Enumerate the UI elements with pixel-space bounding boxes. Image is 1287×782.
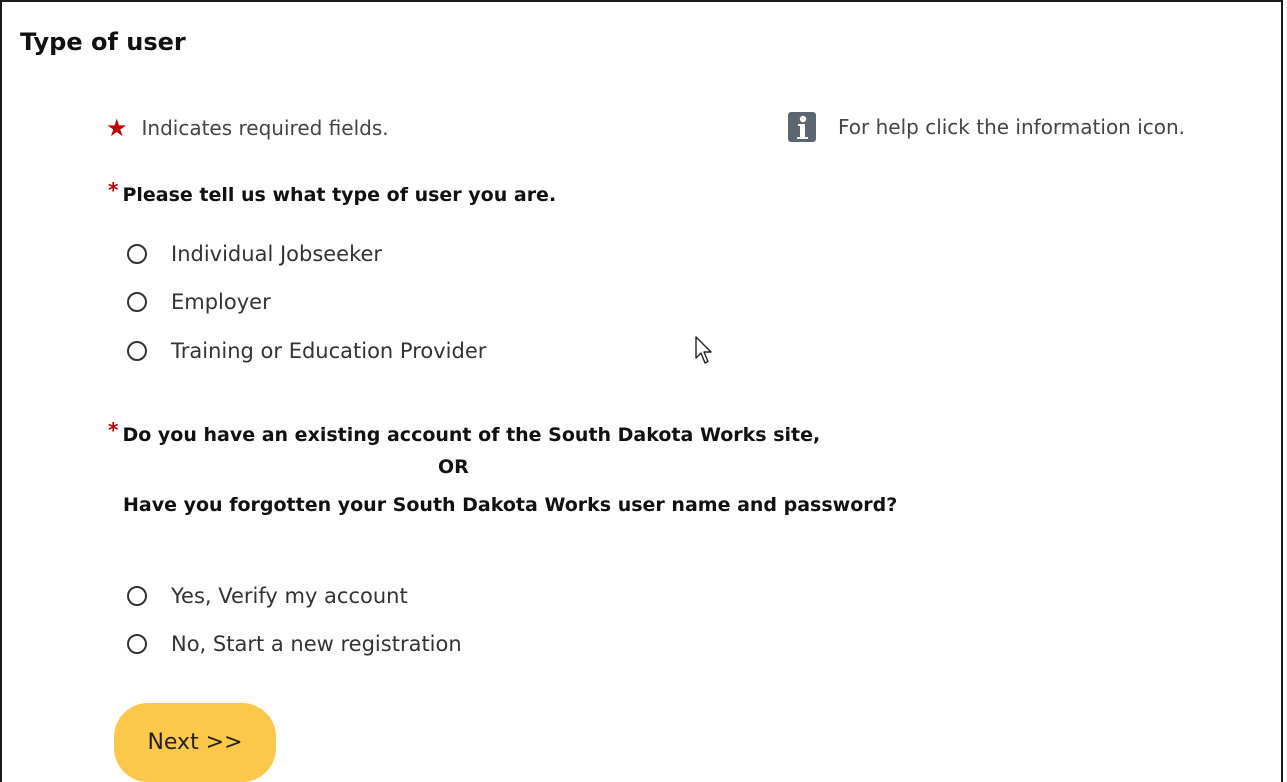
radio-new-registration[interactable]: No, Start a new registration [127,632,462,656]
radio-circle[interactable] [127,244,147,264]
question-or-text: OR [438,456,469,478]
required-fields-note: ★ Indicates required fields. [106,116,389,140]
user-type-question: * Please tell us what type of user you ar… [108,178,556,206]
required-star-icon: * [108,418,119,442]
existing-account-question-line1: Do you have an existing account of the S… [122,424,821,446]
radio-label[interactable]: Individual Jobseeker [171,242,382,266]
radio-circle[interactable] [127,586,147,606]
radio-training-provider[interactable]: Training or Education Provider [127,339,486,363]
radio-employer[interactable]: Employer [127,290,271,314]
page-title: Type of user [20,28,186,56]
info-icon[interactable] [788,112,816,142]
mouse-cursor-icon [695,336,712,364]
radio-label[interactable]: Yes, Verify my account [171,584,408,608]
radio-circle[interactable] [127,292,147,312]
required-star-icon: ★ [106,114,128,142]
next-button[interactable]: Next >> [114,703,276,782]
user-type-question-label: Please tell us what type of user you are… [122,184,557,206]
radio-verify-account[interactable]: Yes, Verify my account [127,584,408,608]
existing-account-question: * Do you have an existing account of the … [108,418,820,446]
radio-individual-jobseeker[interactable]: Individual Jobseeker [127,242,382,266]
radio-label[interactable]: Employer [171,290,271,314]
help-note-text: For help click the information icon. [838,115,1186,139]
forgotten-credentials-question: Have you forgotten your South Dakota Wor… [123,494,898,516]
radio-label[interactable]: No, Start a new registration [171,632,462,656]
radio-circle[interactable] [127,634,147,654]
required-star-icon: * [108,178,119,202]
radio-label[interactable]: Training or Education Provider [171,339,486,363]
help-note: For help click the information icon. [788,112,1185,142]
required-note-text: Indicates required fields. [141,116,389,140]
radio-circle[interactable] [127,341,147,361]
